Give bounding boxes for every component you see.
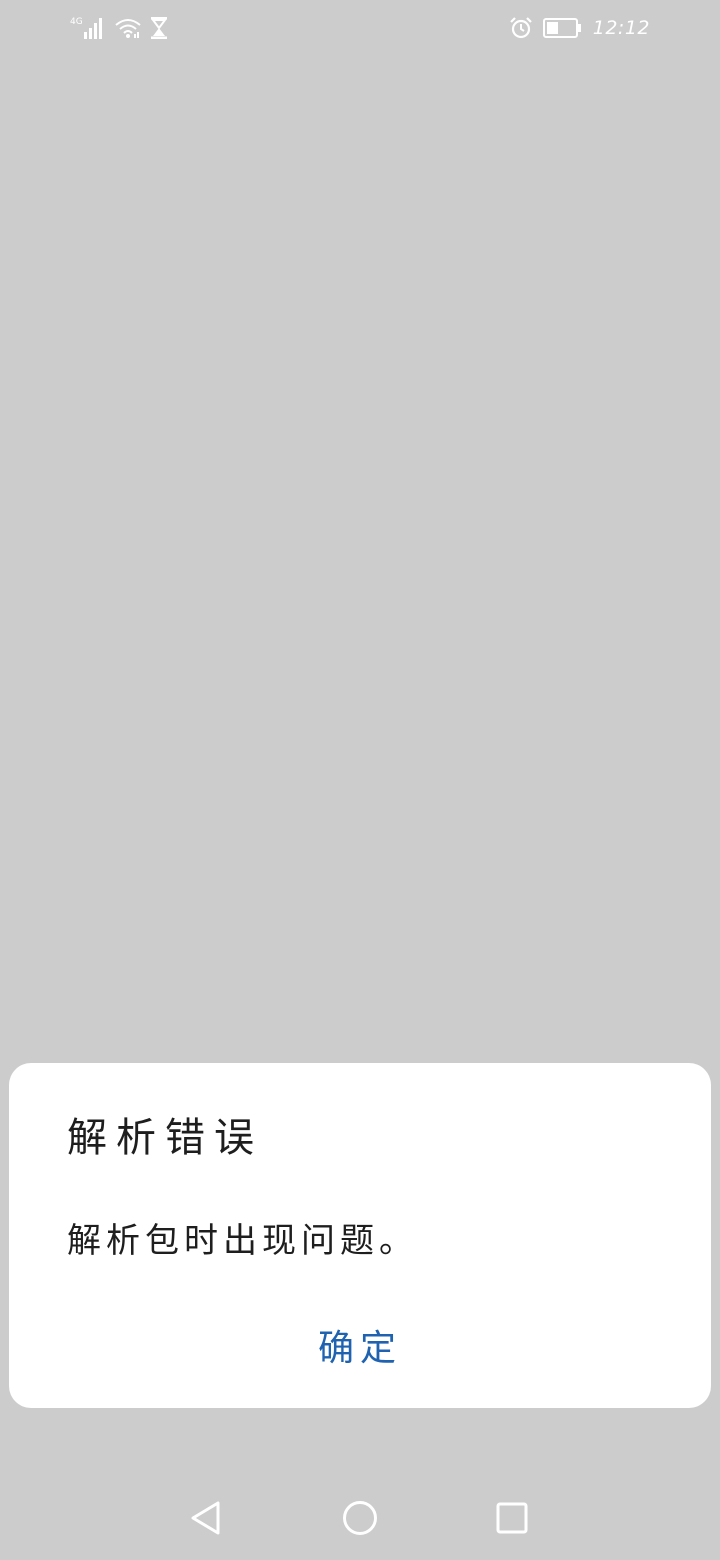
status-bar: 4G 12:12 [0,0,720,56]
recents-button[interactable] [492,1498,532,1538]
dialog-message: 解析包时出现问题。 [67,1221,418,1261]
recents-square-icon [492,1498,532,1538]
status-bar-right: 12:12 [509,14,650,42]
cellular-signal-icon: 4G [70,15,106,41]
back-button[interactable] [186,1498,226,1538]
dialog-title: 解析错误 [67,1115,263,1161]
battery-icon [542,17,583,39]
home-circle-icon [340,1498,380,1538]
parse-error-dialog: 解析错误 解析包时出现问题。 确定 [9,1063,711,1408]
status-time: 12:12 [592,17,650,39]
svg-text:4G: 4G [70,17,83,27]
screen: 4G 12:12 解析错误 解析包时出现问题。 确定 [0,0,720,1560]
wifi-icon [114,16,142,40]
navigation-bar [0,1480,720,1556]
confirm-button[interactable]: 确定 [9,1313,711,1383]
hourglass-icon [150,16,168,40]
alarm-icon [509,16,533,40]
home-button[interactable] [340,1498,380,1538]
status-bar-left: 4G [70,14,168,42]
back-triangle-icon [186,1498,226,1538]
